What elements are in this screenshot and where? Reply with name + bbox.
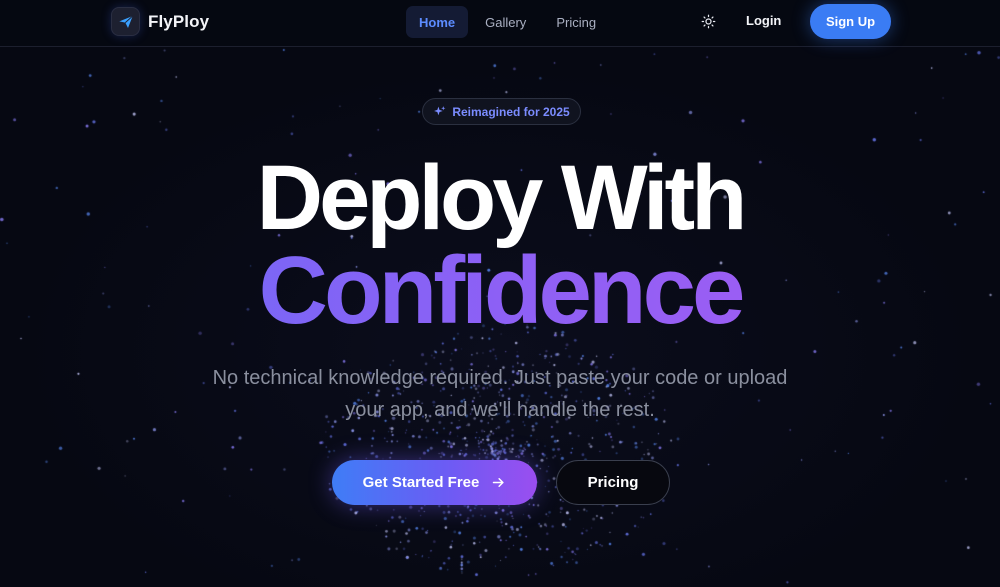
nav-links: Home Gallery Pricing — [406, 6, 609, 38]
get-started-button[interactable]: Get Started Free — [332, 460, 537, 505]
login-link[interactable]: Login — [746, 13, 781, 28]
signup-button[interactable]: Sign Up — [810, 4, 891, 39]
arrow-right-icon — [493, 478, 504, 487]
top-nav: FlyPloy Home Gallery Pricing Login Sign … — [0, 0, 1000, 47]
brand-name: FlyPloy — [148, 11, 210, 31]
brand-logo[interactable]: FlyPloy — [111, 7, 209, 36]
nav-link-gallery[interactable]: Gallery — [472, 6, 539, 38]
sparkles-icon — [434, 106, 446, 116]
hero-title-line1: Deploy With — [256, 147, 748, 249]
sun-icon — [701, 14, 715, 28]
hero-subtitle: No technical knowledge required. Just pa… — [212, 367, 788, 421]
hero-title-line2: Confidence — [0, 243, 1000, 339]
landing-page: FlyPloy Home Gallery Pricing Login Sign … — [0, 0, 1000, 587]
nav-link-home[interactable]: Home — [406, 6, 469, 38]
pricing-button[interactable]: Pricing — [556, 460, 670, 505]
nav-link-pricing[interactable]: Pricing — [543, 6, 609, 38]
badge-label: Reimagined for 2025 — [452, 104, 570, 119]
paper-plane-icon — [111, 7, 140, 36]
get-started-label: Get Started Free — [362, 474, 480, 491]
theme-toggle-button[interactable] — [697, 10, 719, 32]
announcement-badge: Reimagined for 2025 — [422, 98, 581, 125]
